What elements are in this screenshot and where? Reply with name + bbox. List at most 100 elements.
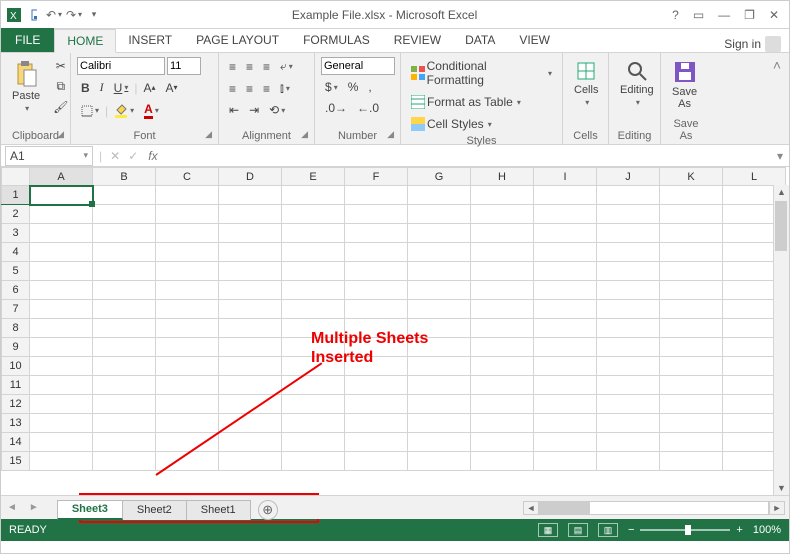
tab-page-layout[interactable]: PAGE LAYOUT (184, 28, 291, 52)
tab-data[interactable]: DATA (453, 28, 507, 52)
col-header[interactable]: H (471, 168, 534, 186)
sheet-nav-next-icon[interactable]: ► (23, 502, 45, 513)
cell[interactable] (30, 319, 93, 338)
wrap-text-icon[interactable]: ⤶ (276, 57, 297, 76)
cell[interactable] (156, 224, 219, 243)
row-header[interactable]: 14 (2, 433, 30, 452)
cell[interactable] (156, 281, 219, 300)
insert-function-button[interactable]: fx (142, 149, 163, 163)
cell[interactable] (660, 319, 723, 338)
cell[interactable] (30, 205, 93, 224)
cell[interactable] (345, 186, 408, 205)
cell[interactable] (156, 319, 219, 338)
cell[interactable] (597, 205, 660, 224)
cell[interactable] (345, 452, 408, 471)
cell[interactable] (471, 186, 534, 205)
scroll-up-icon[interactable]: ▲ (775, 185, 788, 199)
cell[interactable] (534, 319, 597, 338)
minimize-icon[interactable]: — (718, 8, 730, 22)
cut-icon[interactable]: ✂ (49, 57, 72, 75)
cell[interactable] (597, 395, 660, 414)
font-color-button[interactable]: A (140, 100, 163, 121)
hscroll-right-icon[interactable]: ► (769, 501, 785, 515)
editing-button[interactable]: Editing (615, 57, 659, 110)
cell[interactable] (282, 452, 345, 471)
cell[interactable] (597, 224, 660, 243)
cell[interactable] (660, 338, 723, 357)
cell[interactable] (30, 452, 93, 471)
bold-button[interactable]: B (77, 79, 94, 97)
name-box-dropdown-icon[interactable]: ▾ (83, 150, 88, 161)
italic-button[interactable]: I (96, 78, 108, 97)
cell[interactable] (93, 281, 156, 300)
cell[interactable] (597, 433, 660, 452)
cell[interactable] (219, 357, 282, 376)
qat-customize-icon[interactable]: ▾ (87, 8, 101, 22)
row-header[interactable]: 9 (2, 338, 30, 357)
cell[interactable] (93, 395, 156, 414)
cell[interactable] (30, 414, 93, 433)
cell[interactable] (408, 205, 471, 224)
qat-save-icon[interactable] (27, 8, 41, 22)
zoom-out-icon[interactable]: − (628, 524, 634, 536)
align-left-icon[interactable]: ≡ (225, 80, 240, 98)
scroll-down-icon[interactable]: ▼ (775, 481, 788, 495)
cell-styles-button[interactable]: Cell Styles (407, 115, 496, 133)
view-page-break-icon[interactable]: ▥ (598, 523, 618, 537)
tab-insert[interactable]: INSERT (116, 28, 184, 52)
cell[interactable] (660, 281, 723, 300)
cell[interactable] (345, 376, 408, 395)
format-painter-icon[interactable]: 🖌 (49, 98, 72, 116)
increase-decimal-icon[interactable]: .0→ (321, 99, 351, 117)
vscroll-thumb[interactable] (775, 201, 787, 251)
orientation-icon[interactable]: ⟲ (265, 101, 289, 119)
cell[interactable] (660, 395, 723, 414)
close-icon[interactable]: ✕ (769, 8, 779, 22)
cell[interactable] (93, 338, 156, 357)
cell[interactable] (597, 281, 660, 300)
cell[interactable] (282, 243, 345, 262)
cell[interactable] (660, 300, 723, 319)
row-header[interactable]: 13 (2, 414, 30, 433)
paste-button[interactable]: Paste (7, 57, 45, 116)
cell[interactable] (408, 243, 471, 262)
help-icon[interactable]: ? (672, 8, 679, 22)
cell[interactable] (345, 243, 408, 262)
cell[interactable] (219, 262, 282, 281)
cell[interactable] (597, 452, 660, 471)
cell[interactable] (93, 205, 156, 224)
cell[interactable] (93, 224, 156, 243)
cell[interactable] (660, 452, 723, 471)
view-page-layout-icon[interactable]: ▤ (568, 523, 588, 537)
col-header[interactable]: C (156, 168, 219, 186)
copy-icon[interactable]: ⧉ (49, 77, 72, 96)
tab-review[interactable]: REVIEW (382, 28, 453, 52)
sheet-tab-1[interactable]: Sheet2 (122, 500, 187, 520)
align-center-icon[interactable]: ≡ (242, 80, 257, 98)
ribbon-options-icon[interactable]: ▭ (693, 8, 704, 22)
row-header[interactable]: 15 (2, 452, 30, 471)
cell[interactable] (282, 300, 345, 319)
cell[interactable] (30, 262, 93, 281)
enter-formula-icon[interactable]: ✓ (124, 147, 142, 165)
cell[interactable] (93, 433, 156, 452)
cell[interactable] (345, 262, 408, 281)
new-sheet-button[interactable]: ⊕ (258, 500, 278, 520)
cell[interactable] (345, 395, 408, 414)
grow-font-button[interactable]: A▴ (139, 79, 159, 97)
cell[interactable] (597, 376, 660, 395)
cell[interactable] (408, 186, 471, 205)
cell[interactable] (534, 357, 597, 376)
cell[interactable] (471, 414, 534, 433)
cell[interactable] (156, 300, 219, 319)
cell[interactable] (282, 262, 345, 281)
cell[interactable] (93, 376, 156, 395)
format-as-table-button[interactable]: Format as Table (407, 93, 525, 111)
cell[interactable] (471, 262, 534, 281)
increase-indent-icon[interactable]: ⇥ (245, 101, 263, 119)
decrease-indent-icon[interactable]: ⇤ (225, 101, 243, 119)
cell[interactable] (219, 452, 282, 471)
cell[interactable] (660, 262, 723, 281)
expand-formula-bar-icon[interactable]: ▾ (771, 149, 789, 163)
cancel-formula-icon[interactable]: ✕ (106, 147, 124, 165)
